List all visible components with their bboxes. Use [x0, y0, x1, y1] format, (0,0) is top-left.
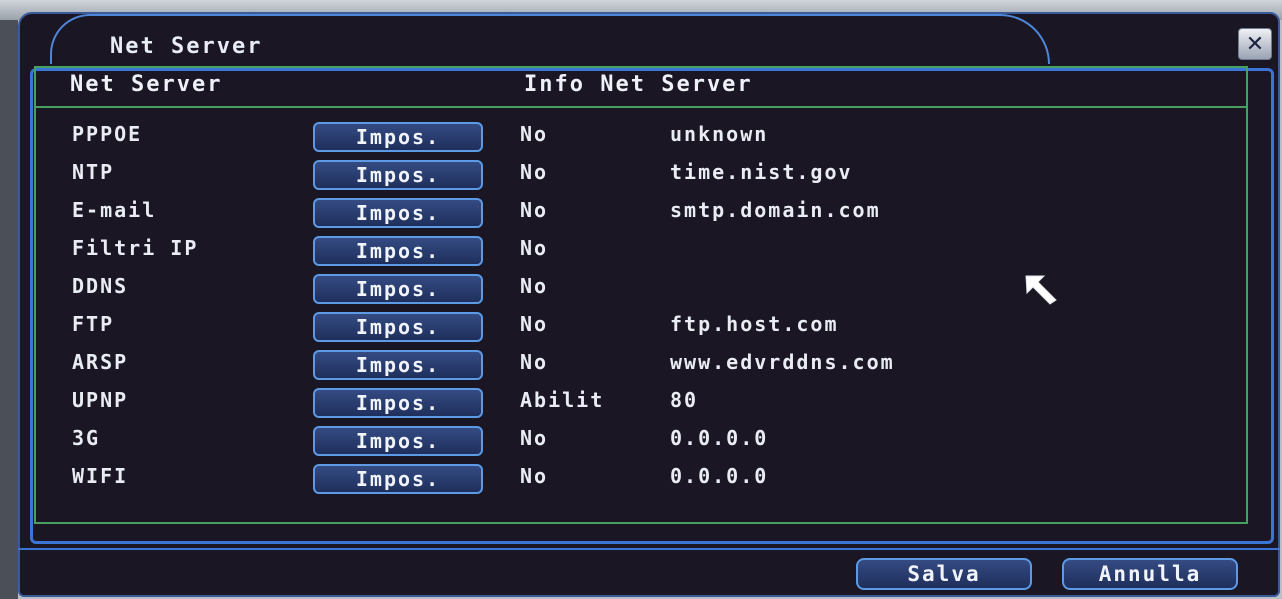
table-row: PPPOE Impos. No unknown — [0, 120, 1282, 158]
impos-button[interactable]: Impos. — [313, 464, 483, 494]
service-name: WIFI — [72, 464, 129, 488]
impos-button[interactable]: Impos. — [313, 236, 483, 266]
service-info: smtp.domain.com — [670, 198, 881, 222]
mouse-cursor-icon — [1025, 275, 1057, 305]
dialog-title: Net Server — [110, 34, 263, 59]
save-button[interactable]: Salva — [856, 558, 1032, 590]
service-name: FTP — [72, 312, 115, 336]
cancel-button[interactable]: Annulla — [1062, 558, 1238, 590]
service-status: No — [520, 464, 549, 488]
impos-button[interactable]: Impos. — [313, 426, 483, 456]
service-info: 80 — [670, 388, 699, 412]
table-row: ARSP Impos. No www.edvrddns.com — [0, 348, 1282, 386]
table-row: Filtri IP Impos. No — [0, 234, 1282, 272]
service-name: PPPOE — [72, 122, 143, 146]
table-row: WIFI Impos. No 0.0.0.0 — [0, 462, 1282, 500]
service-info: time.nist.gov — [670, 160, 853, 184]
service-status: No — [520, 426, 549, 450]
service-name: ARSP — [72, 350, 129, 374]
service-status: No — [520, 198, 549, 222]
service-info: ftp.host.com — [670, 312, 839, 336]
table-row: NTP Impos. No time.nist.gov — [0, 158, 1282, 196]
table-row: FTP Impos. No ftp.host.com — [0, 310, 1282, 348]
impos-button[interactable]: Impos. — [313, 198, 483, 228]
table-row: UPNP Impos. Abilit 80 — [0, 386, 1282, 424]
service-name: UPNP — [72, 388, 129, 412]
service-info: 0.0.0.0 — [670, 464, 769, 488]
service-status: No — [520, 236, 549, 260]
impos-button[interactable]: Impos. — [313, 122, 483, 152]
table-row: 3G Impos. No 0.0.0.0 — [0, 424, 1282, 462]
service-status: No — [520, 274, 549, 298]
close-icon: ✕ — [1245, 31, 1265, 57]
service-info: www.edvrddns.com — [670, 350, 895, 374]
service-info: 0.0.0.0 — [670, 426, 769, 450]
service-status: No — [520, 160, 549, 184]
table-row: E-mail Impos. No smtp.domain.com — [0, 196, 1282, 234]
service-name: 3G — [72, 426, 101, 450]
service-name: DDNS — [72, 274, 129, 298]
impos-button[interactable]: Impos. — [313, 312, 483, 342]
impos-button[interactable]: Impos. — [313, 388, 483, 418]
service-name: NTP — [72, 160, 115, 184]
service-status: No — [520, 312, 549, 336]
service-status: Abilit — [520, 388, 605, 412]
impos-button[interactable]: Impos. — [313, 350, 483, 380]
header-info-net-server: Info Net Server — [524, 72, 753, 97]
service-status: No — [520, 122, 549, 146]
header-net-server: Net Server — [70, 72, 223, 97]
table-row: DDNS Impos. No — [0, 272, 1282, 310]
impos-button[interactable]: Impos. — [313, 274, 483, 304]
close-button[interactable]: ✕ — [1238, 28, 1272, 60]
service-name: Filtri IP — [72, 236, 199, 260]
service-status: No — [520, 350, 549, 374]
impos-button[interactable]: Impos. — [313, 160, 483, 190]
table-header: Net Server Info Net Server — [36, 68, 1246, 108]
service-name: E-mail — [72, 198, 157, 222]
service-info: unknown — [670, 122, 769, 146]
